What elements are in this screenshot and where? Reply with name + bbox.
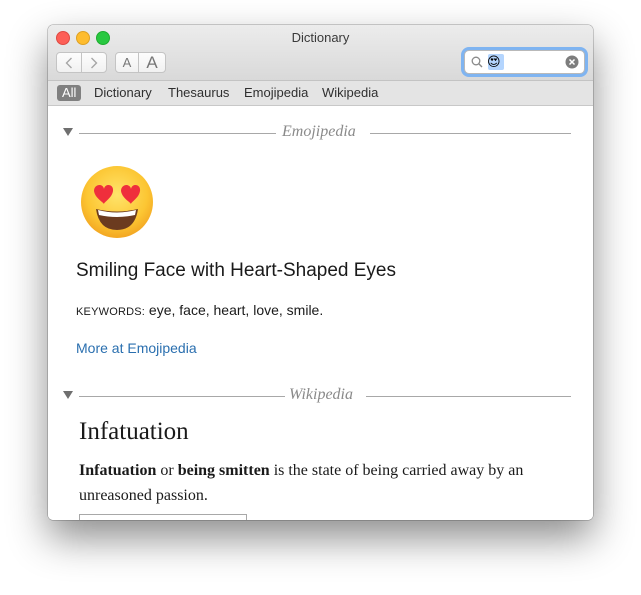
definition-term: Infatuation [79,462,157,479]
forward-button[interactable] [81,52,107,73]
keywords-label: KEYWORDS: [76,306,146,318]
back-button[interactable] [56,52,82,73]
wikipedia-section-title: Wikipedia [289,386,353,403]
scope-emojipedia[interactable]: Emojipedia [244,85,308,101]
keywords-value: eye, face, heart, love, smile. [148,302,324,318]
divider [79,396,285,397]
search-field[interactable] [464,50,585,74]
wikipedia-definition: Infatuation or being smitten is the stat… [79,458,559,508]
smiling-face-heart-eyes-icon [81,166,153,238]
disclosure-triangle-icon[interactable] [63,391,73,399]
chevron-right-icon [91,57,98,68]
definition-term-alt: being smitten [177,462,270,479]
search-icon [471,56,483,68]
emoji-name: Smiling Face with Heart-Shaped Eyes [76,260,396,281]
divider [79,133,276,134]
wikipedia-section-header: Wikipedia [48,386,593,406]
wikipedia-article-title: Infatuation [79,418,189,445]
decrease-font-button[interactable]: A [115,52,139,73]
scope-bar: All Dictionary Thesaurus Emojipedia Wiki… [48,81,593,106]
disclosure-triangle-icon[interactable] [63,128,73,136]
scope-dictionary[interactable]: Dictionary [94,85,152,101]
definition-connector: or [156,462,178,479]
clear-icon[interactable] [565,55,579,69]
scope-wikipedia[interactable]: Wikipedia [322,85,378,101]
window-title: Dictionary [291,30,350,45]
scope-thesaurus[interactable]: Thesaurus [168,85,229,101]
more-at-emojipedia-link[interactable]: More at Emojipedia [76,340,197,356]
emojipedia-section-header: Emojipedia [48,123,593,143]
emojipedia-section-title: Emojipedia [282,123,356,140]
titlebar: Dictionary A A [48,25,593,81]
divider [366,396,571,397]
wikipedia-infobox [79,514,247,520]
dictionary-window: Dictionary A A A [48,25,593,520]
increase-font-button[interactable]: A [138,52,166,73]
content-area[interactable]: Emojipedia Smiling Face with Heart-Shape… [48,106,593,520]
scope-all[interactable]: All [57,85,82,101]
divider [370,133,571,134]
search-input[interactable] [487,54,567,70]
keywords-line: KEYWORDS: eye, face, heart, love, smile. [76,302,323,318]
chevron-left-icon [65,57,72,68]
